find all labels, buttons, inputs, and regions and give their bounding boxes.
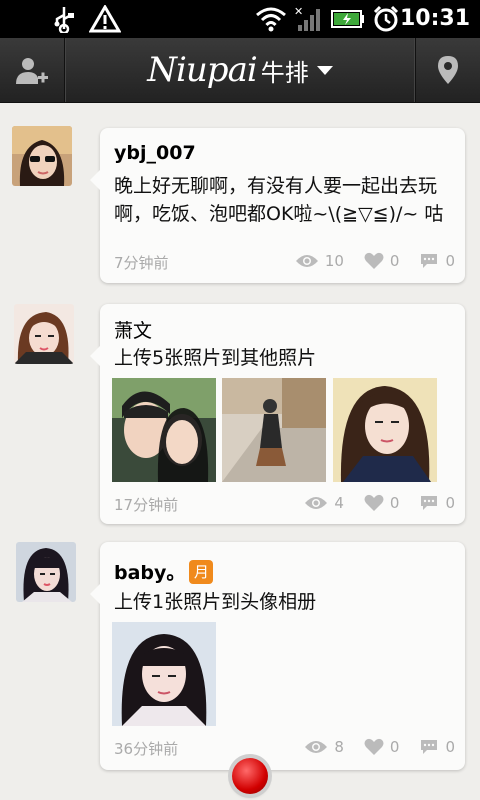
timestamp: 7分钟前	[114, 254, 169, 272]
like-button[interactable]: 0	[364, 252, 414, 270]
chevron-down-icon	[316, 65, 333, 75]
avatar[interactable]	[14, 304, 74, 364]
likes-count: 0	[389, 738, 400, 756]
location-button[interactable]	[415, 38, 480, 102]
eye-icon	[305, 497, 328, 509]
comment-button[interactable]: 0	[419, 494, 455, 512]
comments-count: 0	[445, 494, 455, 512]
timestamp: 36分钟前	[114, 740, 179, 758]
eye-icon	[305, 741, 328, 753]
app-logo: Niupai	[147, 50, 257, 90]
card-pointer	[90, 170, 100, 190]
comments-count: 0	[445, 738, 455, 756]
post-content: 上传1张照片到头像相册	[114, 591, 317, 613]
heart-icon	[364, 252, 384, 269]
stats: 4 0 0	[304, 494, 455, 512]
avatar[interactable]	[12, 126, 72, 186]
alarm-icon	[370, 0, 402, 38]
user-name-text: ybj_007	[114, 142, 196, 164]
photo-thumbnail[interactable]	[112, 622, 216, 726]
city-label: 牛排	[260, 58, 309, 87]
warning-icon	[88, 0, 122, 38]
comment-icon	[421, 254, 438, 268]
user-name[interactable]: 萧文	[114, 316, 152, 343]
photo-thumbnail[interactable]	[112, 378, 216, 482]
views-count: 4	[334, 494, 344, 512]
user-name[interactable]: ybj_007	[114, 142, 196, 164]
map-pin-icon	[438, 56, 458, 84]
eye-icon	[295, 255, 318, 267]
feed-card[interactable]: baby。月 上传1张照片到头像相册 36分钟前 8 0 0	[90, 542, 465, 770]
activity-feed: ybj_007 晚上好无聊啊，有没有人要一起出去玩啊，吃饭、泡吧都OK啦~\(≧…	[0, 102, 480, 800]
likes-count: 0	[389, 494, 400, 512]
comment-icon	[421, 496, 438, 510]
record-button[interactable]	[232, 758, 268, 794]
card-footer: 17分钟前 4 0 0	[114, 494, 455, 518]
signal-icon: ✕	[292, 0, 326, 38]
stats: 8 0 0	[304, 738, 455, 756]
heart-icon	[364, 738, 384, 755]
comment-icon	[421, 740, 438, 754]
likes-count: 0	[389, 252, 400, 270]
status-bar: ✕ 10:31	[0, 0, 480, 38]
views-count: 10	[324, 252, 344, 270]
user-name[interactable]: baby。月	[114, 558, 214, 585]
wifi-icon	[254, 0, 288, 38]
feed-card[interactable]: 萧文 上传5张照片到其他照片 17分钟前 4 0 0	[90, 304, 465, 524]
clock-time: 10:31	[399, 6, 470, 31]
comment-button[interactable]: 0	[419, 738, 455, 756]
post-content: 上传5张照片到其他照片	[114, 347, 317, 369]
comment-button[interactable]: 0	[419, 252, 455, 270]
stats: 10 0 0	[295, 252, 455, 270]
card-pointer	[90, 346, 100, 366]
feed-card[interactable]: ybj_007 晚上好无聊啊，有没有人要一起出去玩啊，吃饭、泡吧都OK啦~\(≧…	[90, 128, 465, 283]
like-button[interactable]: 0	[364, 494, 414, 512]
battery-charging-icon	[330, 0, 366, 38]
location-selector[interactable]: Niupai 牛排	[64, 38, 416, 102]
usb-icon	[50, 0, 78, 38]
card-footer: 36分钟前 8 0 0	[114, 738, 455, 762]
comments-count: 0	[445, 252, 455, 270]
views-stat: 10	[295, 252, 358, 270]
photo-thumbnail[interactable]	[333, 378, 437, 482]
post-content: 晚上好无聊啊，有没有人要一起出去玩啊，吃饭、泡吧都OK啦~\(≧▽≦)/~ 咕	[114, 175, 444, 225]
views-count: 8	[334, 738, 344, 756]
user-name-text: baby。	[114, 562, 186, 584]
views-stat: 4	[304, 494, 358, 512]
photo-thumbnail[interactable]	[222, 378, 326, 482]
views-stat: 8	[304, 738, 358, 756]
app-bar: Niupai 牛排	[0, 38, 480, 103]
heart-icon	[364, 494, 384, 511]
add-friend-button[interactable]	[0, 38, 65, 102]
svg-text:✕: ✕	[294, 5, 303, 18]
card-footer: 7分钟前 10 0 0	[114, 252, 455, 276]
member-badge: 月	[189, 560, 214, 584]
card-pointer	[90, 584, 100, 604]
add-user-icon	[16, 58, 48, 84]
timestamp: 17分钟前	[114, 496, 179, 514]
like-button[interactable]: 0	[364, 738, 414, 756]
avatar[interactable]	[16, 542, 76, 602]
